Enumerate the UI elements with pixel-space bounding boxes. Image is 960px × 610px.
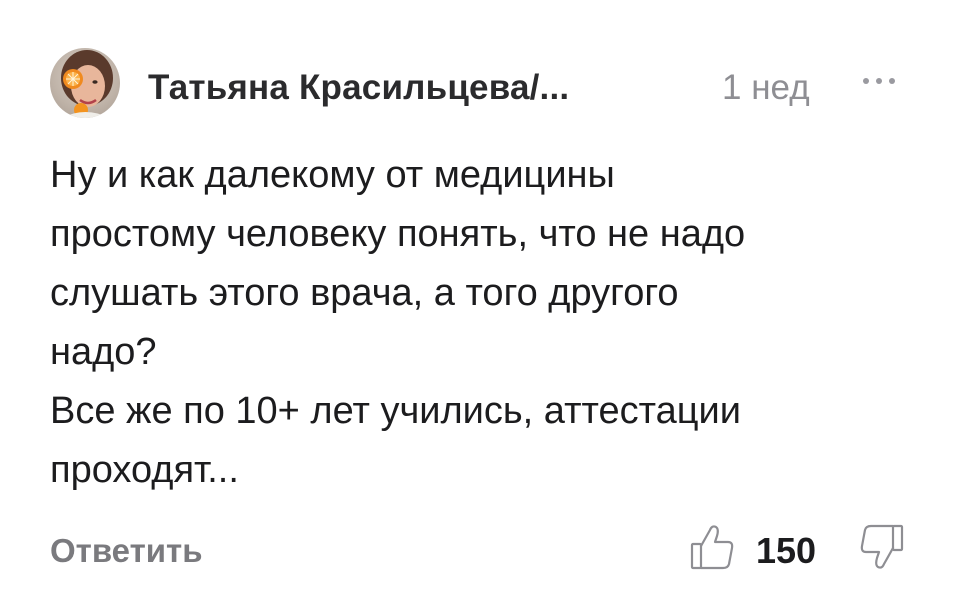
reply-button[interactable]: Ответить [50, 532, 203, 570]
thumbs-down-icon[interactable] [856, 520, 906, 574]
like-count: 150 [756, 530, 817, 571]
author-name[interactable]: Татьяна Красильцева/... [148, 68, 569, 108]
thumbs-up-icon[interactable] [688, 520, 738, 574]
comment-text: Ну и как далекому от медицины простому ч… [50, 154, 746, 491]
comment-actions: Ответить 150 [50, 520, 910, 580]
comment-header: Татьяна Красильцева/... 1 нед [50, 48, 910, 130]
avatar-image [61, 50, 113, 118]
avatar[interactable] [50, 48, 120, 118]
comment-card: Татьяна Красильцева/... 1 нед Ну и как д… [0, 0, 960, 610]
timestamp: 1 нед [722, 68, 810, 107]
more-horizontal-icon[interactable] [856, 66, 906, 96]
